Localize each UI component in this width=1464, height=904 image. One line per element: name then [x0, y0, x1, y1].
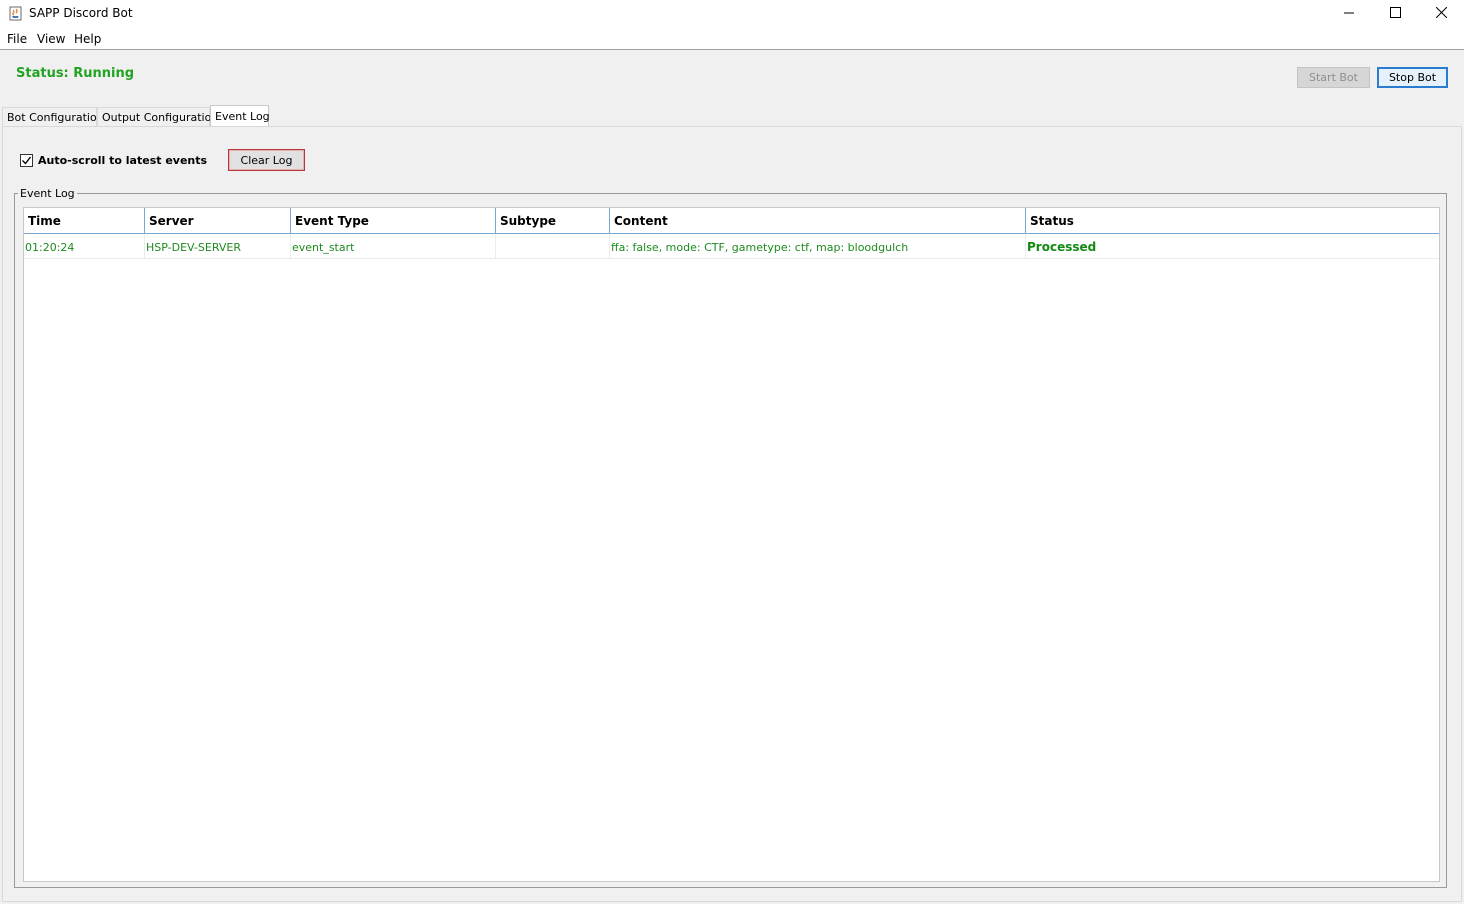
event-log-table[interactable]: Time Server Event Type Subtype Content S…	[23, 207, 1440, 882]
close-button[interactable]	[1418, 0, 1464, 28]
checkmark-icon	[22, 156, 32, 165]
stop-bot-button[interactable]: Stop Bot	[1377, 67, 1448, 88]
column-header-content[interactable]: Content	[610, 208, 1026, 234]
maximize-icon	[1389, 7, 1401, 21]
minimize-icon	[1344, 7, 1354, 21]
menu-help[interactable]: Help	[74, 32, 101, 46]
table-row[interactable]: 01:20:24 HSP-DEV-SERVER event_start ffa:…	[24, 235, 1439, 259]
cell-subtype	[496, 235, 610, 259]
tab-event-log[interactable]: Event Log	[210, 105, 270, 127]
event-log-group-title: Event Log	[18, 187, 77, 200]
clear-log-button[interactable]: Clear Log	[228, 149, 305, 171]
column-header-status[interactable]: Status	[1026, 208, 1439, 234]
title-bar: SAPP Discord Bot	[0, 0, 1464, 28]
table-header: Time Server Event Type Subtype Content S…	[24, 208, 1439, 234]
cell-content: ffa: false, mode: CTF, gametype: ctf, ma…	[610, 235, 1026, 259]
menu-bar: File View Help	[0, 28, 1464, 50]
menu-file[interactable]: File	[7, 32, 27, 46]
autoscroll-label: Auto-scroll to latest events	[38, 153, 208, 167]
column-header-subtype[interactable]: Subtype	[496, 208, 610, 234]
menu-view[interactable]: View	[37, 32, 65, 46]
status-label: Status: Running	[16, 66, 135, 81]
autoscroll-checkbox[interactable]	[20, 153, 33, 167]
tab-bot-configuration[interactable]: Bot Configuration	[2, 107, 104, 127]
cell-status: Processed	[1026, 235, 1439, 259]
start-bot-button[interactable]: Start Bot	[1297, 67, 1370, 88]
maximize-button[interactable]	[1372, 0, 1418, 28]
column-header-server[interactable]: Server	[145, 208, 291, 234]
cell-event-type: event_start	[291, 235, 496, 259]
java-cup-icon	[8, 6, 23, 21]
minimize-button[interactable]	[1326, 0, 1372, 28]
close-icon	[1435, 6, 1447, 21]
window-title: SAPP Discord Bot	[29, 6, 133, 20]
autoscroll-option[interactable]: Auto-scroll to latest events	[20, 153, 207, 167]
tab-output-configuration[interactable]: Output Configuration	[97, 107, 218, 127]
column-header-event-type[interactable]: Event Type	[291, 208, 496, 234]
cell-server: HSP-DEV-SERVER	[145, 235, 291, 259]
column-header-time[interactable]: Time	[24, 208, 145, 234]
cell-time: 01:20:24	[24, 235, 145, 259]
